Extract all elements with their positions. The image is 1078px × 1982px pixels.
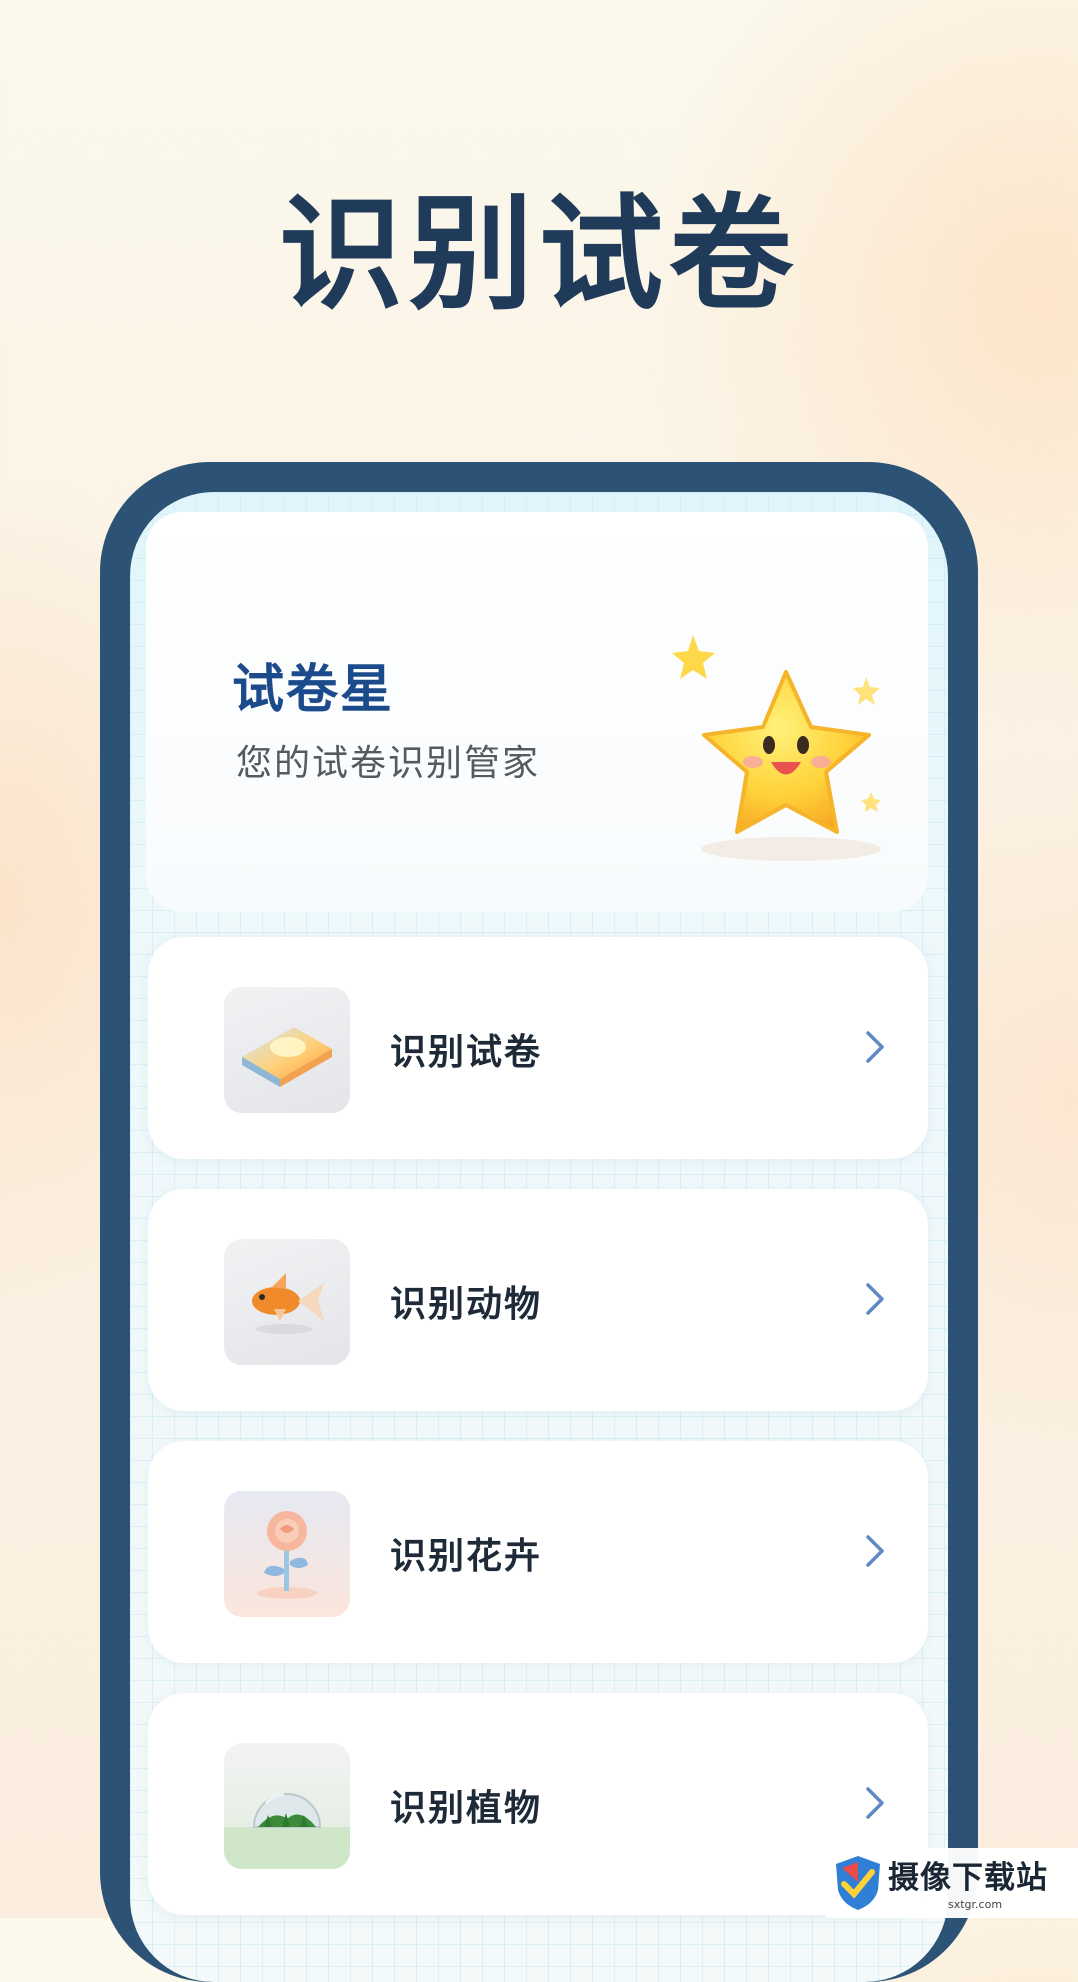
shield-logo-icon xyxy=(836,1856,880,1910)
goldfish-icon xyxy=(224,1239,350,1365)
watermark-name: 摄像下载站 xyxy=(888,1860,1048,1896)
book-icon xyxy=(224,987,350,1113)
watermark-url: sxtgr.com xyxy=(948,1898,1003,1911)
chevron-right-icon xyxy=(866,1031,884,1063)
rose-icon xyxy=(224,1491,350,1617)
app-header-card: 试卷星 您的试卷识别管家 xyxy=(146,512,928,912)
menu-item-flower[interactable]: 识别花卉 xyxy=(148,1441,928,1663)
phone-screen: 试卷星 您的试卷识别管家 识别试卷 识别动物 识别花卉 识别植物 xyxy=(130,492,948,1982)
app-slogan: 您的试卷识别管家 xyxy=(236,743,541,784)
menu-item-label: 识别植物 xyxy=(390,1788,543,1829)
app-name: 试卷星 xyxy=(232,660,395,720)
menu-item-animal[interactable]: 识别动物 xyxy=(148,1189,928,1411)
phone-frame: 试卷星 您的试卷识别管家 识别试卷 识别动物 识别花卉 识别植物 xyxy=(100,462,978,1982)
menu-item-plant[interactable]: 识别植物 xyxy=(148,1693,928,1915)
chevron-right-icon xyxy=(866,1787,884,1819)
menu-item-label: 识别花卉 xyxy=(390,1536,543,1577)
hero-title: 识别试卷 xyxy=(278,183,799,327)
menu-item-label: 识别动物 xyxy=(390,1284,543,1325)
menu-item-label: 识别试卷 xyxy=(390,1032,543,1073)
site-watermark: 摄像下载站 sxtgr.com xyxy=(826,1848,1078,1918)
menu-item-scan-paper[interactable]: 识别试卷 xyxy=(148,937,928,1159)
chevron-right-icon xyxy=(866,1535,884,1567)
terrarium-icon xyxy=(224,1743,350,1869)
star-mascot-icon xyxy=(672,635,881,861)
chevron-right-icon xyxy=(866,1283,884,1315)
